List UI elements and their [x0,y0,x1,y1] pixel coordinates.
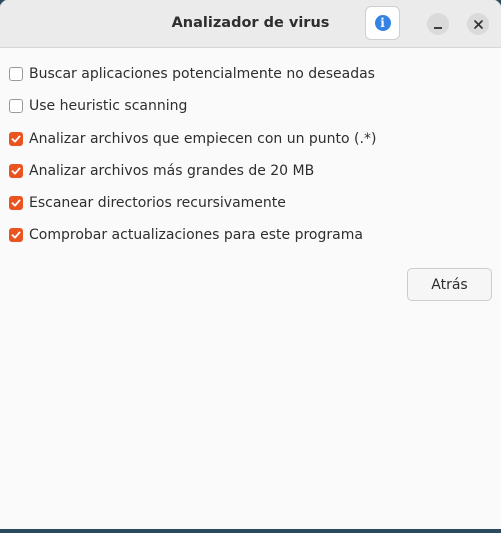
minimize-button[interactable] [427,13,449,35]
option-label: Buscar aplicaciones potencialmente no de… [29,66,375,82]
option-recursive[interactable]: Escanear directorios recursivamente [8,192,286,214]
option-check-updates[interactable]: Comprobar actualizaciones para este prog… [8,224,363,246]
option-large-files[interactable]: Analizar archivos más grandes de 20 MB [8,160,314,182]
checkbox-pua[interactable] [9,67,23,81]
checkbox-recursive[interactable] [9,196,23,210]
option-label: Comprobar actualizaciones para este prog… [29,227,363,243]
option-label: Analizar archivos que empiecen con un pu… [29,131,377,147]
close-icon [473,19,483,29]
option-label: Analizar archivos más grandes de 20 MB [29,163,315,179]
option-heuristic[interactable]: Use heuristic scanning [8,95,187,117]
checkbox-heuristic[interactable] [9,99,23,113]
option-pua[interactable]: Buscar aplicaciones potencialmente no de… [8,63,375,85]
info-icon: i [374,15,391,31]
back-button[interactable]: Atrás [407,268,492,301]
minimize-icon [434,26,442,29]
checkmark-icon [11,135,21,143]
checkmark-icon [11,199,21,207]
option-label: Use heuristic scanning [29,98,188,114]
checkmark-icon [11,167,21,175]
settings-window: Analizador de virus i Buscar aplicacione… [0,0,501,529]
window-title: Analizador de virus [171,15,330,31]
option-dotfiles[interactable]: Analizar archivos que empiecen con un pu… [8,128,376,150]
checkmark-icon [11,231,21,239]
checkbox-check-updates[interactable] [9,228,23,242]
titlebar: Analizador de virus i [0,0,501,48]
close-button[interactable] [467,13,489,35]
desktop-background [0,529,501,533]
checkbox-large-files[interactable] [9,164,23,178]
option-label: Escanear directorios recursivamente [29,195,286,211]
checkbox-dotfiles[interactable] [9,132,23,146]
info-button[interactable]: i [365,6,400,40]
